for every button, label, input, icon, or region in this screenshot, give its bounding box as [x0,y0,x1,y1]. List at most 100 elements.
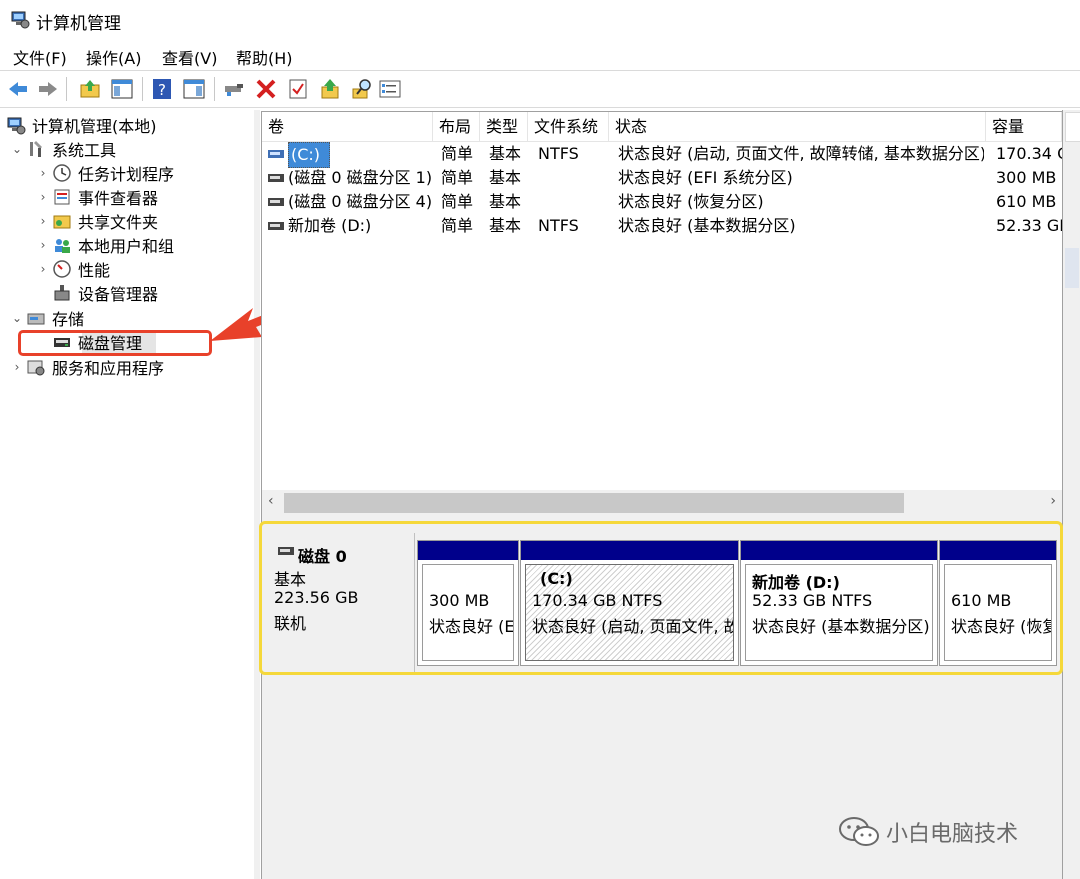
menu-help[interactable]: 帮助(H) [236,45,293,69]
volume-icon [268,150,284,158]
table-row[interactable]: 新加卷 (D:) 简单 基本 NTFS 状态良好 (基本数据分区) 52.33 … [262,214,1062,238]
annotation-highlight-box [18,330,212,356]
menu-file[interactable]: 文件(F) [13,45,67,69]
action-pane [1062,110,1080,879]
column-header-layout[interactable]: 布局 [433,112,480,141]
pane-splitter[interactable] [254,110,260,879]
help-icon[interactable]: ? [150,77,174,101]
chevron-right-icon[interactable]: › [36,214,50,228]
tree-label: 服务和应用程序 [52,359,165,378]
cell-type: 基本 [489,144,522,163]
tree-item-device-manager[interactable]: 设备管理器 [36,282,158,304]
tree-label: 计算机管理(本地) [32,117,157,136]
tree-label: 设备管理器 [78,285,159,304]
toolbar: ? [0,70,1080,108]
menu-view[interactable]: 查看(V) [162,45,217,69]
tree-item-shared-folders[interactable]: › 共享文件夹 [36,210,158,232]
cell-capacity: 610 MB [996,192,1057,211]
toolbar-separator [66,77,67,101]
cell-layout: 简单 [441,192,474,211]
cell-filesystem: NTFS [538,144,579,163]
computer-management-icon [7,117,26,135]
action-pane-icon[interactable] [182,77,206,101]
chevron-right-icon[interactable]: › [36,190,50,204]
back-icon[interactable] [6,77,30,101]
cell-layout: 简单 [441,144,474,163]
tree-item-performance[interactable]: › 性能 [36,258,110,280]
delete-icon[interactable] [254,77,278,101]
menu-action[interactable]: 操作(A) [86,45,141,69]
volume-icon [268,222,284,230]
tree-label: 共享文件夹 [78,213,159,232]
forward-icon[interactable] [36,77,60,101]
cell-status: 状态良好 (启动, 页面文件, 故障转储, 基本数据分区) [618,144,984,163]
chevron-down-icon[interactable]: ⌄ [10,311,24,325]
clock-icon [53,164,71,182]
chevron-right-icon[interactable]: › [36,238,50,252]
cell-layout: 简单 [441,168,474,187]
tree-label: 系统工具 [52,141,117,160]
cell-volume: (C:) [288,142,330,168]
volume-list: 卷 布局 类型 文件系统 状态 容量 (C:) 简单 基本 NTFS 状态良好 … [261,111,1063,517]
performance-icon [53,260,71,278]
action-pane-header [1065,112,1080,142]
volume-list-header: 卷 布局 类型 文件系统 状态 容量 [262,112,1062,142]
wechat-icon [839,817,879,846]
chevron-right-icon[interactable]: › [36,166,50,180]
cell-status: 状态良好 (EFI 系统分区) [618,168,793,187]
horizontal-scrollbar[interactable]: ‹ › [261,490,1062,516]
scroll-left-icon[interactable]: ‹ [268,493,274,509]
cell-status: 状态良好 (恢复分区) [618,192,764,211]
tree-label: 本地用户和组 [78,237,175,256]
volume-icon [268,198,284,206]
toolbar-separator [214,77,215,101]
cell-capacity: 52.33 GE [996,216,1062,235]
properties-icon[interactable] [286,77,310,101]
search-icon[interactable] [350,77,374,101]
tree-label: 存储 [52,310,85,329]
connect-icon[interactable] [222,77,246,101]
tools-icon [30,141,42,157]
annotation-highlight-disk [259,521,1063,675]
tree-label: 任务计划程序 [78,165,175,184]
chevron-right-icon[interactable]: › [10,360,24,374]
cell-capacity: 170.34 G [996,144,1062,163]
chevron-right-icon[interactable]: › [36,262,50,276]
storage-icon [27,313,45,325]
column-header-status[interactable]: 状态 [609,112,986,141]
toolbar-separator [142,77,143,101]
column-header-capacity[interactable]: 容量 [986,112,1062,141]
column-header-filesystem[interactable]: 文件系统 [528,112,609,141]
tree-item-event-viewer[interactable]: › 事件查看器 [36,186,158,208]
device-manager-icon [54,285,70,301]
tree-item-root[interactable]: 计算机管理(本地) [4,114,157,136]
up-folder-icon[interactable] [78,77,102,101]
action-pane-item[interactable] [1065,248,1079,288]
tree-item-task-scheduler[interactable]: › 任务计划程序 [36,162,174,184]
computer-management-icon [11,11,30,29]
details-icon[interactable] [378,77,402,101]
event-viewer-icon [54,189,70,205]
export-icon[interactable] [318,77,342,101]
column-header-type[interactable]: 类型 [480,112,528,141]
shared-folder-icon [53,215,71,229]
tree-item-storage[interactable]: ⌄ 存储 [10,307,84,329]
tree-label: 性能 [78,261,111,280]
tree-item-services-apps[interactable]: › 服务和应用程序 [10,356,164,378]
tree-item-system-tools[interactable]: ⌄ 系统工具 [10,138,116,160]
column-header-volume[interactable]: 卷 [262,112,433,141]
tree-item-local-users[interactable]: › 本地用户和组 [36,234,174,256]
table-row[interactable]: (磁盘 0 磁盘分区 4) 简单 基本 状态良好 (恢复分区) 610 MB [262,190,1062,214]
chevron-down-icon[interactable]: ⌄ [10,142,24,156]
volume-icon [268,174,284,182]
scroll-right-icon[interactable]: › [1050,493,1056,509]
table-row[interactable]: (C:) 简单 基本 NTFS 状态良好 (启动, 页面文件, 故障转储, 基本… [262,142,1062,168]
cell-volume: (磁盘 0 磁盘分区 1) [288,168,433,187]
watermark: 小白电脑技术 [838,812,1018,852]
cell-capacity: 300 MB [996,168,1057,187]
cell-filesystem: NTFS [538,216,579,235]
show-hide-tree-icon[interactable] [110,77,134,101]
table-row[interactable]: (磁盘 0 磁盘分区 1) 简单 基本 状态良好 (EFI 系统分区) 300 … [262,166,1062,190]
services-icon [27,360,45,376]
scrollbar-thumb[interactable] [284,493,904,513]
